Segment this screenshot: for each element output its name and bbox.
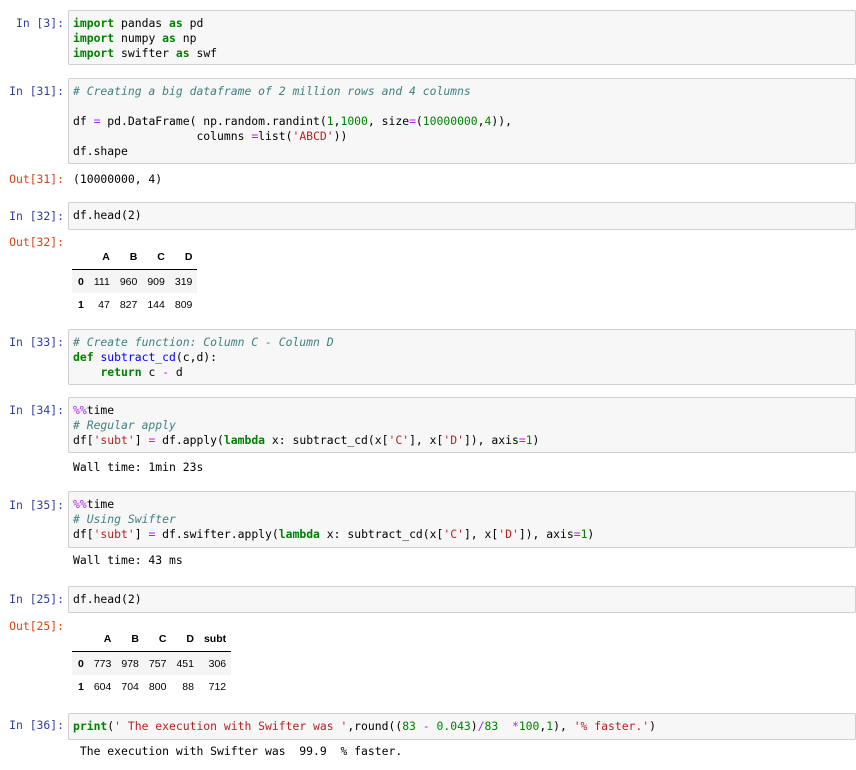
- row-index: 1: [78, 298, 84, 311]
- table-cell: 800: [148, 680, 167, 693]
- table-header-row: A B C D: [72, 245, 198, 270]
- table-cell: 757: [148, 657, 167, 670]
- input-prompt: In [3]:: [15, 16, 64, 30]
- code-line: df['subt'] = df.apply(lambda x: subtract…: [73, 433, 540, 447]
- column-header: [72, 627, 89, 652]
- table-row: 0 773 978 757 451 306: [72, 651, 232, 675]
- table-cell: 144: [147, 298, 165, 311]
- table-cell: 809: [174, 298, 193, 311]
- code-comment: # Create function: Column C - Column D: [73, 335, 334, 349]
- code-editor[interactable]: df.head(2): [68, 586, 856, 613]
- input-prompt: In [34]:: [9, 403, 64, 417]
- table-cell: 960: [119, 275, 138, 288]
- row-index: 0: [78, 275, 84, 288]
- column-header: [72, 245, 89, 270]
- table-cell: 978: [121, 657, 139, 670]
- code-line: columns =list('ABCD')): [73, 129, 348, 143]
- code-editor[interactable]: %%time # Regular apply df['subt'] = df.a…: [68, 397, 856, 453]
- table-cell: 712: [208, 680, 227, 693]
- output-prompt: Out[32]:: [9, 235, 64, 249]
- column-header: A: [88, 245, 115, 270]
- code-comment: # Using Swifter: [73, 512, 176, 526]
- code-line: def subtract_cd(c,d):: [73, 350, 218, 364]
- table-cell: 306: [208, 657, 227, 670]
- column-header: D: [169, 245, 198, 270]
- code-line: return c - d: [100, 365, 183, 379]
- table-header-row: A B C D subt: [72, 627, 232, 652]
- table-row: 0 111 960 909 319: [72, 269, 198, 293]
- code-editor[interactable]: print(' The execution with Swifter was '…: [68, 713, 856, 740]
- code-line: df = pd.DataFrame( np.random.randint(1,1…: [73, 114, 512, 128]
- column-header: C: [142, 245, 170, 270]
- code-editor[interactable]: df.head(2): [68, 202, 856, 230]
- row-index: 1: [78, 680, 84, 693]
- code-comment: # Regular apply: [73, 418, 176, 432]
- output-prompt: Out[25]:: [9, 619, 64, 633]
- row-index: 0: [78, 657, 84, 670]
- table-row: 1 47 827 144 809: [72, 293, 197, 316]
- cell-output: Wall time: 1min 23s: [73, 460, 204, 474]
- code-editor[interactable]: # Creating a big dataframe of 2 million …: [68, 78, 856, 164]
- code-editor[interactable]: # Create function: Column C - Column D d…: [68, 329, 856, 385]
- code-line: import swifter as swf: [73, 46, 218, 60]
- input-prompt: In [35]:: [9, 498, 64, 512]
- code-line: %%time: [73, 497, 115, 511]
- cell-output: (10000000, 4): [73, 172, 163, 186]
- column-header: B: [114, 245, 143, 270]
- code-line: import numpy as np: [73, 31, 197, 45]
- table-cell: 827: [119, 298, 138, 311]
- table-cell: 111: [93, 275, 110, 288]
- column-header: C: [143, 627, 172, 652]
- table-cell: 319: [174, 275, 193, 288]
- code-line: import pandas as pd: [73, 16, 204, 30]
- input-prompt: In [25]:: [9, 592, 64, 606]
- dataframe-output: A B C D subt 0 773 978 757 451 306 1 604…: [72, 627, 232, 698]
- table-cell: 88: [182, 680, 194, 693]
- table-cell: 704: [121, 680, 139, 693]
- code-line: df['subt'] = df.swifter.apply(lambda x: …: [73, 527, 595, 541]
- code-comment: # Creating a big dataframe of 2 million …: [73, 84, 471, 98]
- cell-output: The execution with Swifter was 99.9 % fa…: [73, 744, 403, 758]
- table-cell: 773: [93, 657, 112, 670]
- column-header: B: [116, 627, 144, 652]
- input-prompt: In [31]:: [9, 84, 64, 98]
- table-row: 1 604 704 800 88 712: [72, 675, 231, 698]
- code-line: print(' The execution with Swifter was '…: [73, 719, 656, 733]
- cell-output: Wall time: 43 ms: [73, 553, 183, 567]
- code-line: df.head(2): [73, 208, 142, 222]
- column-header: subt: [198, 627, 232, 652]
- input-prompt: In [32]:: [9, 209, 64, 223]
- input-prompt: In [33]:: [9, 335, 64, 349]
- code-editor[interactable]: %%time # Using Swifter df['subt'] = df.s…: [68, 491, 856, 548]
- code-line: df.shape: [73, 144, 128, 158]
- table-cell: 47: [98, 298, 110, 311]
- table-cell: 451: [176, 657, 194, 670]
- code-line: df.head(2): [73, 592, 142, 606]
- table-cell: 604: [93, 680, 112, 693]
- input-prompt: In [36]:: [9, 718, 64, 732]
- code-editor[interactable]: import pandas as pd import numpy as np i…: [68, 10, 856, 65]
- code-line: %%time: [73, 403, 115, 417]
- output-prompt: Out[31]:: [9, 172, 64, 186]
- column-header: A: [88, 627, 117, 652]
- column-header: D: [171, 627, 199, 652]
- table-cell: 909: [147, 275, 165, 288]
- dataframe-output: A B C D 0 111 960 909 319 1 47 827 144 8…: [72, 245, 198, 316]
